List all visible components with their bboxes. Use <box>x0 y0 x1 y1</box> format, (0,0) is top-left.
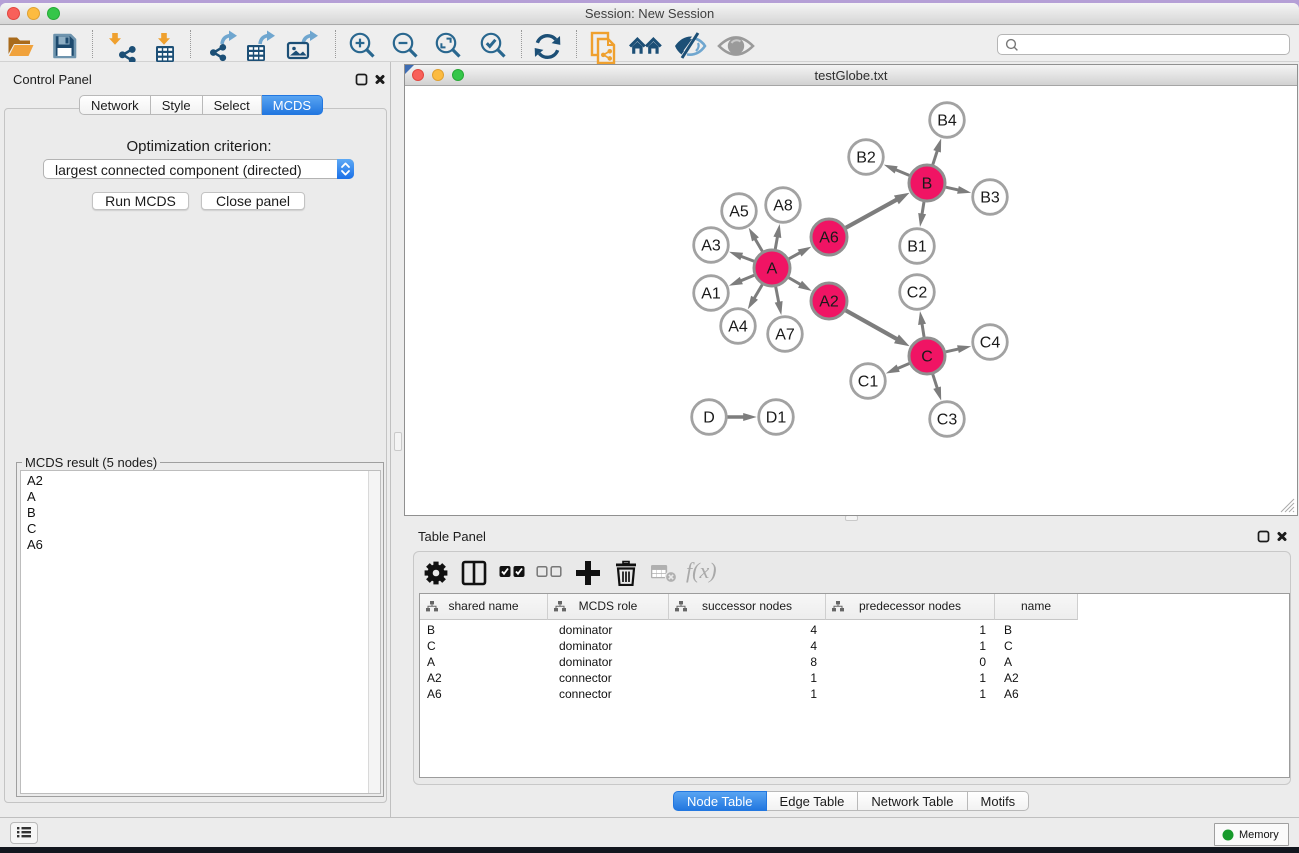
svg-text:A: A <box>767 261 778 278</box>
svg-text:B1: B1 <box>907 239 927 256</box>
svg-text:A1: A1 <box>701 286 721 303</box>
svg-text:A5: A5 <box>729 204 749 221</box>
svg-text:D: D <box>703 410 715 427</box>
svg-text:A3: A3 <box>701 238 721 255</box>
svg-text:A8: A8 <box>773 198 793 215</box>
svg-text:D1: D1 <box>766 410 787 427</box>
svg-text:A2: A2 <box>819 294 839 311</box>
svg-text:A7: A7 <box>775 327 795 344</box>
svg-text:B: B <box>922 176 933 193</box>
svg-text:C3: C3 <box>937 412 958 429</box>
svg-text:B2: B2 <box>856 150 876 167</box>
svg-text:C4: C4 <box>980 335 1001 352</box>
svg-text:B4: B4 <box>937 113 957 130</box>
svg-text:C2: C2 <box>907 285 928 302</box>
svg-text:B3: B3 <box>980 190 1000 207</box>
svg-text:C: C <box>921 349 933 366</box>
svg-text:A4: A4 <box>728 319 748 336</box>
svg-text:A6: A6 <box>819 230 839 247</box>
svg-text:C1: C1 <box>858 374 879 391</box>
